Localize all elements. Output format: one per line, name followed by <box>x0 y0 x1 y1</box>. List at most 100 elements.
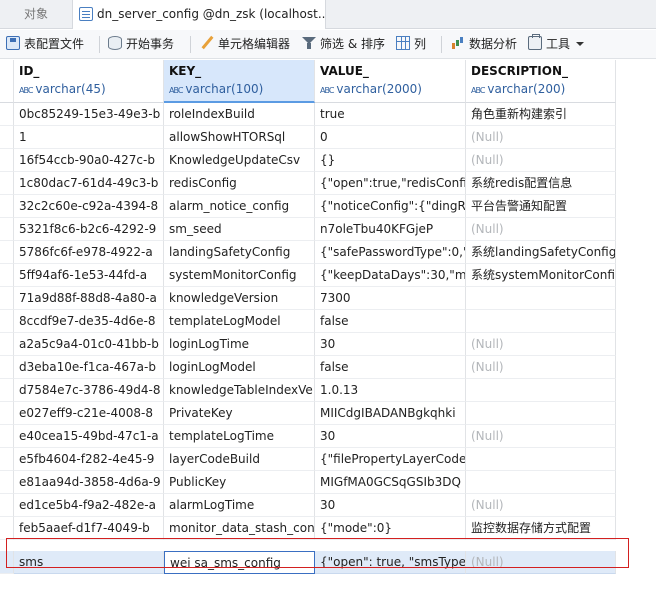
cell-value[interactable]: 30 <box>315 333 466 356</box>
row-gutter[interactable] <box>0 149 14 172</box>
cell-value[interactable]: {"open": true, "smsType" <box>315 551 466 574</box>
row-gutter[interactable] <box>0 471 14 494</box>
cell-value[interactable]: {"mode":0} <box>315 517 466 540</box>
table-row[interactable]: ed1ce5b4-f9a2-482e-a alarmLogTime 30 (Null) <box>0 494 656 517</box>
cell-key[interactable]: KnowledgeUpdateCsv <box>164 149 315 172</box>
cell-id[interactable]: feb5aaef-d1f7-4049-b <box>14 517 164 540</box>
table-row[interactable]: 16f54ccb-90a0-427c-b KnowledgeUpdateCsv{}… <box>0 149 656 172</box>
table-row[interactable]: e027eff9-c21e-4008-8 PrivateKey MIICdgIBAD… <box>0 402 656 425</box>
cell-id[interactable]: e81aa94d-3858-4d6a-9 <box>14 471 164 494</box>
table-row[interactable]: 71a9d88f-88d8-4a80-a knowledgeVersion 7300 <box>0 287 656 310</box>
table-row[interactable]: a2a5c9a4-01c0-41bb-b loginLogTime 30 (Null) <box>0 333 656 356</box>
cell-key[interactable]: sm_seed <box>164 218 315 241</box>
cell-description[interactable] <box>466 379 616 402</box>
cell-description[interactable]: (Null) <box>466 333 616 356</box>
cell-description[interactable] <box>466 471 616 494</box>
save-config-button[interactable]: 表配置文件 <box>6 30 84 59</box>
cell-id[interactable]: d7584e7c-3786-49d4-8 <box>14 379 164 402</box>
cell-id[interactable]: 8ccdf9e7-de35-4d6e-8 <box>14 310 164 333</box>
row-gutter[interactable] <box>0 218 14 241</box>
cell-key[interactable]: systemMonitorConfig <box>164 264 315 287</box>
cell-id[interactable]: 5786fc6f-e978-4922-a <box>14 241 164 264</box>
row-gutter[interactable] <box>0 241 14 264</box>
cell-description[interactable] <box>466 310 616 333</box>
cell-id[interactable]: 0bc85249-15e3-49e3-b <box>14 103 164 126</box>
table-row[interactable]: 5ff94af6-1e53-44fd-a systemMonitorConfig{… <box>0 264 656 287</box>
cell-id[interactable]: 1 <box>14 126 164 149</box>
cell-id[interactable]: 16f54ccb-90a0-427c-b <box>14 149 164 172</box>
table-row[interactable]: e40cea15-49bd-47c1-a templateLogTime 30 (Nu… <box>0 425 656 448</box>
cell-value[interactable]: true <box>315 103 466 126</box>
filter-sort-button[interactable]: 筛选 & 排序 <box>302 30 385 59</box>
cell-id[interactable]: ed1ce5b4-f9a2-482e-a <box>14 494 164 517</box>
cell-description[interactable] <box>466 402 616 425</box>
cell-value[interactable]: {"keepDataDays":30,"mc <box>315 264 466 287</box>
cell-value[interactable]: 0 <box>315 126 466 149</box>
cell-value[interactable]: 1.0.13 <box>315 379 466 402</box>
row-gutter[interactable] <box>0 172 14 195</box>
table-row[interactable]: 5786fc6f-e978-4922-a landingSafetyConfig{… <box>0 241 656 264</box>
cell-description[interactable]: 角色重新构建索引 <box>466 103 616 126</box>
cell-description[interactable]: (Null) <box>466 126 616 149</box>
cell-description[interactable]: (Null) <box>466 551 616 574</box>
begin-transaction-button[interactable]: 开始事务 <box>108 30 174 59</box>
cell-id[interactable]: e40cea15-49bd-47c1-a <box>14 425 164 448</box>
row-gutter[interactable] <box>0 195 14 218</box>
cell-key[interactable]: PrivateKey <box>164 402 315 425</box>
column-header-value[interactable]: VALUE_ ABC varchar(2000) <box>315 60 466 103</box>
row-gutter[interactable] <box>0 551 14 574</box>
row-gutter[interactable] <box>0 287 14 310</box>
cell-description[interactable]: 监控数据存储方式配置 <box>466 517 616 540</box>
cell-id[interactable]: e5fb4604-f282-4e45-9 <box>14 448 164 471</box>
cell-value[interactable]: n7oleTbu40KFGjeP <box>315 218 466 241</box>
columns-button[interactable]: 列 <box>396 30 426 59</box>
cell-value[interactable]: {"noticeConfig":{"dingRo <box>315 195 466 218</box>
cell-id[interactable]: sms <box>14 551 164 574</box>
table-row[interactable]: 8ccdf9e7-de35-4d6e-8 templateLogModel fals… <box>0 310 656 333</box>
cell-key[interactable]: templateLogTime <box>164 425 315 448</box>
cell-description[interactable]: 系统redis配置信息 <box>466 172 616 195</box>
cell-key[interactable]: roleIndexBuild <box>164 103 315 126</box>
table-row[interactable]: feb5aaef-d1f7-4049-b monitor_data_stash_c… <box>0 517 656 540</box>
table-row[interactable]: d3eba10e-f1ca-467a-b loginLogModel false (N… <box>0 356 656 379</box>
table-row[interactable]: 1c80dac7-61d4-49c3-b redisConfig {"open":t… <box>0 172 656 195</box>
table-row[interactable]: 32c2c60e-c92a-4394-8 alarm_notice_config{… <box>0 195 656 218</box>
cell-editor-button[interactable]: 单元格编辑器 <box>200 30 290 59</box>
cell-key[interactable]: knowledgeVersion <box>164 287 315 310</box>
cell-id[interactable]: 5321f8c6-b2c6-4292-9 <box>14 218 164 241</box>
table-row[interactable]: e81aa94d-3858-4d6a-9 PublicKey MIGfMA0GCSq… <box>0 471 656 494</box>
row-gutter[interactable] <box>0 356 14 379</box>
tab-table-editor[interactable]: dn_server_config @dn_zsk (localhost... <box>72 0 326 29</box>
row-gutter[interactable] <box>0 425 14 448</box>
cell-key[interactable]: loginLogModel <box>164 356 315 379</box>
cell-value[interactable]: {"safePasswordType":0," <box>315 241 466 264</box>
cell-description[interactable]: (Null) <box>466 356 616 379</box>
cell-key[interactable]: landingSafetyConfig <box>164 241 315 264</box>
row-gutter[interactable] <box>0 494 14 517</box>
data-analysis-button[interactable]: 数据分析 <box>451 30 517 59</box>
cell-value[interactable]: MIGfMA0GCSqGSIb3DQ <box>315 471 466 494</box>
cell-id[interactable]: 5ff94af6-1e53-44fd-a <box>14 264 164 287</box>
row-gutter[interactable] <box>0 126 14 149</box>
row-gutter[interactable] <box>0 103 14 126</box>
cell-value[interactable]: 30 <box>315 425 466 448</box>
cell-key[interactable]: PublicKey <box>164 471 315 494</box>
row-gutter[interactable] <box>0 333 14 356</box>
cell-value[interactable]: false <box>315 356 466 379</box>
row-gutter[interactable] <box>0 517 14 540</box>
row-gutter[interactable] <box>0 310 14 333</box>
cell-value[interactable]: {"open":true,"redisConfig <box>315 172 466 195</box>
table-row[interactable]: 0bc85249-15e3-49e3-b roleIndexBuild true 角色… <box>0 103 656 126</box>
cell-value[interactable]: {} <box>315 149 466 172</box>
cell-key[interactable]: layerCodeBuild <box>164 448 315 471</box>
row-gutter[interactable] <box>0 379 14 402</box>
cell-id[interactable]: e027eff9-c21e-4008-8 <box>14 402 164 425</box>
cell-key[interactable]: knowledgeTableIndexVe <box>164 379 315 402</box>
cell-description[interactable]: 系统systemMonitorConfi <box>466 264 616 287</box>
tools-dropdown[interactable]: 工具 <box>528 30 585 59</box>
cell-id[interactable]: 32c2c60e-c92a-4394-8 <box>14 195 164 218</box>
cell-value[interactable]: MIICdgIBADANBgkqhki <box>315 402 466 425</box>
row-gutter[interactable] <box>0 264 14 287</box>
table-row[interactable]: e5fb4604-f282-4e45-9 layerCodeBuild {"file… <box>0 448 656 471</box>
cell-id[interactable]: 1c80dac7-61d4-49c3-b <box>14 172 164 195</box>
